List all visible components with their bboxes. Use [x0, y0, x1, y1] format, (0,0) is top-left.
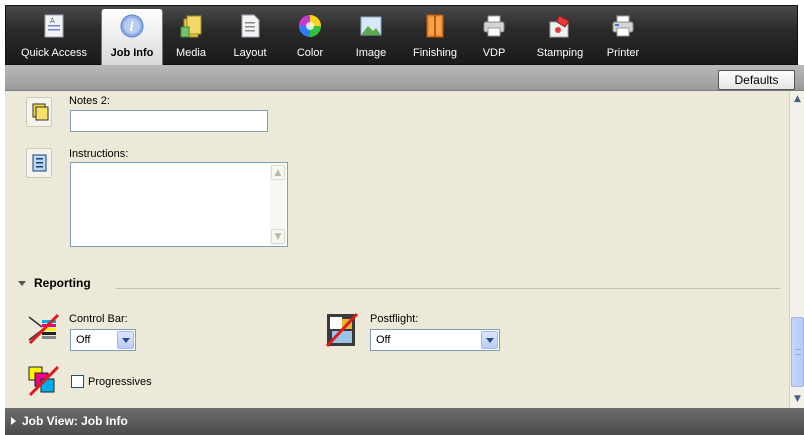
- tab-printer[interactable]: Printer: [600, 6, 646, 65]
- tab-finishing[interactable]: Finishing: [407, 6, 463, 65]
- tab-stamping[interactable]: Stamping: [531, 6, 589, 65]
- stamping-icon: [549, 15, 570, 38]
- tab-job-info[interactable]: i Job Info: [101, 9, 163, 66]
- job-info-panel: Notes 2: Instructions: ▲ ▼ Reporting Con…: [5, 91, 789, 408]
- tab-label: Finishing: [412, 47, 458, 59]
- control-bar-label: Control Bar:: [69, 313, 128, 325]
- progressives-icon: [28, 365, 60, 397]
- tab-vdp[interactable]: VDP: [474, 6, 514, 65]
- tab-label: VDP: [482, 47, 506, 59]
- notes-icon-box: [26, 97, 52, 127]
- scroll-up-icon[interactable]: ▲: [791, 93, 804, 106]
- tab-label: Color: [296, 47, 324, 59]
- control-bar-icon: [28, 313, 60, 345]
- quick-access-icon: A: [44, 14, 64, 38]
- notes-icon: [32, 103, 49, 121]
- tab-layout[interactable]: Layout: [225, 6, 275, 65]
- postflight-label: Postflight:: [370, 313, 419, 325]
- options-header-bar: Defaults: [5, 65, 804, 91]
- vdp-icon: [483, 15, 505, 37]
- tab-image[interactable]: Image: [349, 6, 393, 65]
- tab-label: Job Info: [110, 47, 154, 59]
- instructions-textarea[interactable]: ▲ ▼: [70, 162, 288, 247]
- tab-quick-access[interactable]: A Quick Access: [13, 6, 95, 65]
- color-wheel-icon: [299, 15, 321, 37]
- scroll-up-icon[interactable]: ▲: [271, 165, 285, 180]
- instructions-scrollbar[interactable]: ▲ ▼: [270, 164, 286, 245]
- scroll-down-icon[interactable]: ▼: [271, 229, 285, 244]
- expand-arrow-icon[interactable]: [11, 417, 16, 425]
- progressives-checkbox[interactable]: [71, 375, 84, 388]
- chevron-down-icon[interactable]: [481, 331, 498, 349]
- notes2-label: Notes 2:: [69, 95, 110, 107]
- tab-label: Printer: [606, 47, 640, 59]
- svg-text:A: A: [50, 17, 55, 25]
- instructions-icon-box: [26, 148, 52, 178]
- media-icon: [180, 15, 202, 38]
- control-bar-value: Off: [76, 334, 91, 346]
- notes2-input[interactable]: [70, 110, 268, 132]
- progressives-label[interactable]: Progressives: [88, 376, 152, 388]
- instructions-icon: [32, 154, 47, 172]
- finishing-icon: [426, 14, 444, 38]
- tab-label: Image: [355, 47, 387, 59]
- grip-icon: [795, 349, 801, 355]
- tab-color[interactable]: Color: [288, 6, 332, 65]
- postflight-value: Off: [376, 334, 391, 346]
- job-view-bar[interactable]: Job View: Job Info: [5, 408, 804, 435]
- tab-label: Quick Access: [20, 47, 88, 59]
- section-divider: [116, 288, 780, 289]
- job-view-label: Job View: Job Info: [22, 414, 128, 428]
- tab-label: Stamping: [536, 47, 584, 59]
- layout-icon: [241, 14, 260, 38]
- tab-label: Layout: [233, 47, 267, 59]
- chevron-down-icon[interactable]: [117, 331, 134, 349]
- control-bar-select[interactable]: Off: [70, 329, 136, 351]
- main-toolbar: A Quick Access i Job Info Media Layout C…: [5, 5, 798, 66]
- printer-icon: [612, 15, 634, 37]
- postflight-icon: [325, 312, 359, 348]
- tab-media[interactable]: Media: [169, 6, 213, 65]
- info-icon: i: [120, 14, 144, 38]
- reporting-section-title[interactable]: Reporting: [34, 276, 91, 290]
- instructions-label: Instructions:: [69, 148, 129, 160]
- scrollbar-thumb[interactable]: [791, 317, 804, 387]
- postflight-select[interactable]: Off: [370, 329, 500, 351]
- panel-scrollbar[interactable]: ▲ ▼: [789, 91, 804, 408]
- scroll-down-icon[interactable]: ▼: [791, 393, 804, 406]
- reporting-collapse-icon[interactable]: [18, 281, 26, 286]
- tab-label: Media: [176, 47, 206, 59]
- svg-text:i: i: [130, 20, 135, 34]
- image-icon: [360, 16, 382, 36]
- defaults-button[interactable]: Defaults: [718, 70, 795, 90]
